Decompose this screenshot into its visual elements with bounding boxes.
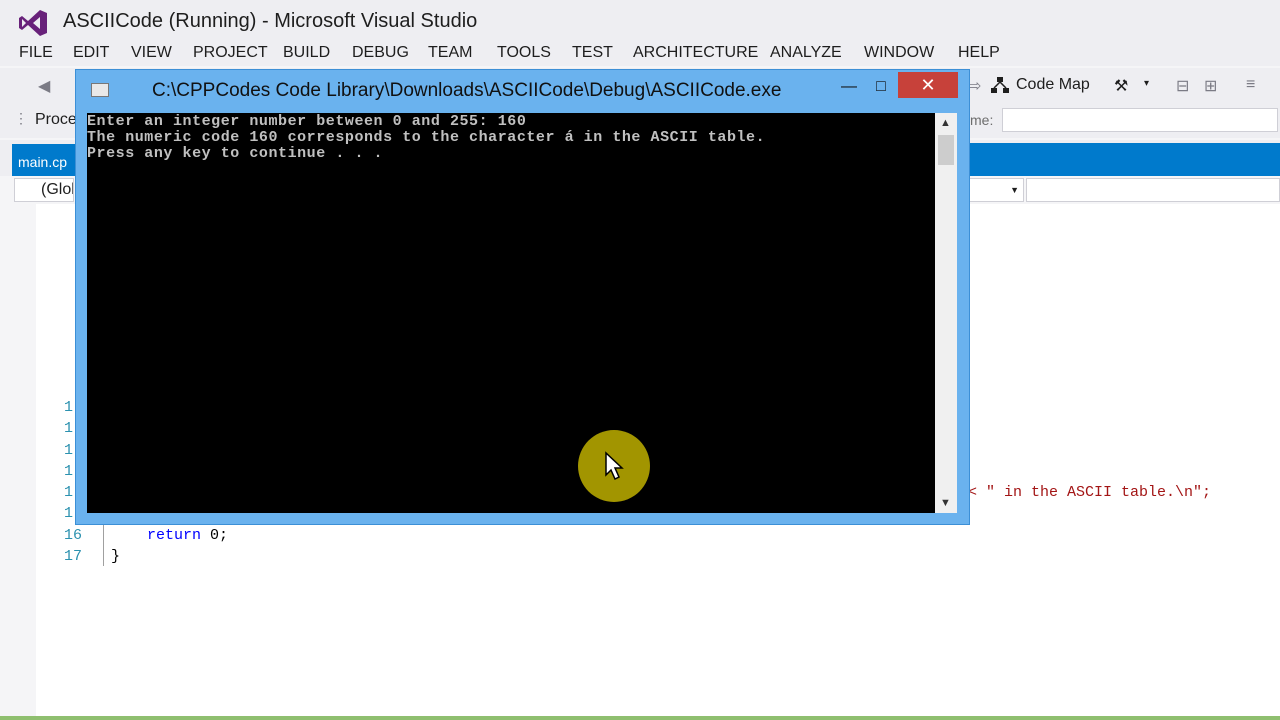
line-number: 17	[64, 548, 83, 565]
name-field[interactable]	[1002, 108, 1278, 132]
menu-build[interactable]: BUILD	[283, 44, 330, 62]
menu-view[interactable]: VIEW	[131, 44, 172, 62]
menu-analyze[interactable]: ANALYZE	[770, 44, 842, 62]
menu-file[interactable]: FILE	[19, 44, 53, 62]
code-map-label: Code Map	[1016, 76, 1090, 93]
dropdown-arrow-icon: ▼	[1010, 185, 1019, 195]
menu-window[interactable]: WINDOW	[864, 44, 934, 62]
vertical-scrollbar[interactable]: ▲ ▼	[935, 113, 957, 513]
line-number: 1	[64, 505, 74, 522]
tabstrip-accent	[968, 143, 1280, 177]
code-return-keyword: return	[147, 527, 202, 544]
scope-dropdown[interactable]: (Glol	[14, 178, 74, 202]
code-string-fragment: < " in the ASCII table.\n";	[968, 484, 1212, 501]
line-number: 1	[64, 442, 74, 459]
member-select[interactable]	[1026, 178, 1280, 202]
menu-bar: FILE EDIT VIEW PROJECT BUILD DEBUG TEAM …	[0, 40, 1280, 66]
breakpoints-icon[interactable]: ⚒	[1114, 76, 1128, 96]
window-title: ASCIICode (Running) - Microsoft Visual S…	[63, 10, 478, 32]
code-map-button[interactable]: Code Map	[990, 76, 1090, 94]
minimize-button[interactable]: —	[836, 76, 862, 100]
menu-project[interactable]: PROJECT	[193, 44, 268, 62]
console-line: The numeric code 160 corresponds to the …	[87, 129, 766, 146]
line-number: 1	[64, 463, 74, 480]
name-label: me:	[970, 112, 994, 128]
format-icon[interactable]: ⊞	[1204, 76, 1217, 96]
maximize-button[interactable]: □	[868, 76, 894, 100]
scroll-thumb[interactable]	[938, 135, 954, 165]
scroll-down-icon[interactable]: ▼	[940, 497, 951, 509]
code-map-icon	[991, 77, 1009, 93]
console-app-icon[interactable]	[91, 83, 109, 97]
fold-guide	[103, 522, 104, 566]
code-return-value: 0;	[201, 527, 229, 544]
visual-studio-logo-icon	[19, 10, 47, 36]
console-window[interactable]: C:\CPPCodes Code Library\Downloads\ASCII…	[75, 69, 970, 525]
close-button[interactable]: ✕	[898, 72, 958, 98]
code-closing-brace: }	[111, 548, 121, 565]
status-bar	[0, 716, 1280, 720]
menu-architecture[interactable]: ARCHITECTURE	[633, 44, 758, 62]
back-navigation-icon[interactable]: ◀	[38, 76, 50, 96]
align-icon[interactable]: ⊟	[1176, 76, 1189, 96]
menu-debug[interactable]: DEBUG	[352, 44, 409, 62]
line-number: 16	[64, 527, 83, 544]
line-number: 1	[64, 484, 74, 501]
menu-tools[interactable]: TOOLS	[497, 44, 551, 62]
toolbar-extra-icon[interactable]: ⇨	[968, 76, 981, 96]
indent-icon[interactable]: ≡	[1246, 76, 1255, 94]
line-number: 1	[64, 420, 74, 437]
console-line: Enter an integer number between 0 and 25…	[87, 113, 527, 130]
grip-icon: ⋮	[14, 110, 28, 126]
tab-main-cpp[interactable]: main.cp	[12, 144, 76, 176]
mouse-pointer-icon	[605, 451, 624, 481]
dropdown-arrow-icon[interactable]: ▾	[1144, 78, 1149, 89]
process-label: Proce	[35, 111, 77, 128]
menu-test[interactable]: TEST	[572, 44, 613, 62]
menu-team[interactable]: TEAM	[428, 44, 472, 62]
console-line: Press any key to continue . . .	[87, 145, 384, 162]
menu-help[interactable]: HELP	[958, 44, 1000, 62]
menu-edit[interactable]: EDIT	[73, 44, 109, 62]
vs-titlebar: ASCIICode (Running) - Microsoft Visual S…	[0, 0, 1280, 44]
console-output[interactable]: Enter an integer number between 0 and 25…	[87, 113, 935, 513]
member-dropdown[interactable]: ▼	[968, 178, 1024, 202]
console-title: C:\CPPCodes Code Library\Downloads\ASCII…	[152, 80, 782, 101]
line-number: 1	[64, 399, 74, 416]
scroll-up-icon[interactable]: ▲	[940, 117, 951, 129]
